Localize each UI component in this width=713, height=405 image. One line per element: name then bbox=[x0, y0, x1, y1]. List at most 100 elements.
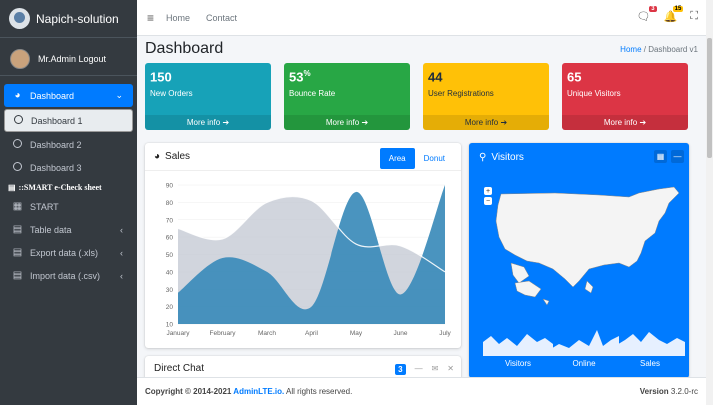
x-tick-label: January bbox=[166, 330, 190, 337]
circle-icon bbox=[13, 114, 24, 127]
y-tick-label: 60 bbox=[166, 235, 174, 242]
more-info-link[interactable]: More info ➔ bbox=[562, 115, 688, 130]
sidebar: Napich-solution Mr.Admin Logout ◕ Dashbo… bbox=[0, 0, 137, 405]
x-tick-label: March bbox=[258, 330, 276, 337]
brand-name: Napich-solution bbox=[36, 11, 119, 26]
nav-home-link[interactable]: Home bbox=[166, 13, 190, 23]
top-navbar: ≡ Home Contact 🗨 3 🔔 15 ⛶ bbox=[137, 0, 706, 36]
more-info-link[interactable]: More info ➔ bbox=[145, 115, 271, 130]
stat-box-orders: 150 New Orders More info ➔ bbox=[145, 63, 271, 130]
sidebar-item-export-data[interactable]: ▤ Export data (.xls) ‹ bbox=[4, 241, 133, 264]
stat-box-bounce: 53% Bounce Rate More info ➔ bbox=[284, 63, 410, 130]
map-marker-icon: ⚲ bbox=[479, 151, 487, 163]
online-label: Online bbox=[572, 359, 596, 368]
sales-card: ◕ Sales Area Donut 10 20 30 40 50 60 70 80 90 Jan… bbox=[145, 143, 461, 348]
x-tick-label: July bbox=[439, 330, 451, 337]
user-panel[interactable]: Mr.Admin Logout bbox=[0, 42, 137, 76]
usa-map bbox=[495, 186, 680, 306]
messages-badge: 3 bbox=[649, 6, 657, 12]
y-tick-label: 10 bbox=[166, 322, 174, 329]
close-icon[interactable]: ✕ bbox=[447, 364, 454, 375]
menu-icon[interactable]: ≡ bbox=[147, 11, 154, 25]
arrow-circle-right-icon: ➔ bbox=[500, 118, 508, 127]
sidebar-item-import-data[interactable]: ▤ Import data (.csv) ‹ bbox=[4, 264, 133, 287]
tab-donut[interactable]: Donut bbox=[415, 148, 454, 169]
breadcrumb: Home / Dashboard v1 bbox=[620, 44, 698, 54]
visitors-card: ⚲ Visitors ▦ — + − Visitors Online Sales bbox=[469, 143, 689, 378]
brand-logo bbox=[9, 8, 30, 29]
visitors-label: Visitors bbox=[504, 359, 532, 368]
bell-icon[interactable]: 🔔 15 bbox=[664, 6, 684, 23]
sidebar-item-dashboard-3[interactable]: Dashboard 3 bbox=[4, 156, 133, 179]
x-tick-label: June bbox=[393, 330, 407, 337]
sparkline-visitors bbox=[483, 334, 553, 356]
user-name[interactable]: Mr.Admin Logout bbox=[38, 54, 106, 64]
sales-title: Sales bbox=[165, 151, 191, 162]
y-tick-label: 20 bbox=[166, 304, 174, 311]
footer: Copyright © 2014-2021 AdminLTE.io. All r… bbox=[137, 377, 706, 405]
sidebar-nav: ◕ Dashboard ⌄ Dashboard 1 Dashboard 2 Da… bbox=[0, 84, 137, 287]
stat-box-registrations: 44 User Registrations More info ➔ bbox=[423, 63, 549, 130]
sidebar-item-table-data[interactable]: ▤ Table data ‹ bbox=[4, 218, 133, 241]
table-icon: ▤ bbox=[12, 270, 23, 281]
stat-boxes: 150 New Orders More info ➔ 53% Bounce Ra… bbox=[145, 63, 688, 130]
arrow-circle-right-icon: ➔ bbox=[361, 118, 369, 127]
grid-icon: ▦ bbox=[12, 201, 23, 212]
sparkline-sales bbox=[615, 332, 685, 356]
chevron-left-icon: ‹ bbox=[120, 224, 123, 235]
sales-label: Sales bbox=[639, 359, 660, 368]
calendar-icon[interactable]: ▦ bbox=[654, 150, 667, 163]
pie-chart-icon: ◕ bbox=[154, 151, 161, 162]
sales-chart: 10 20 30 40 50 60 70 80 90 January February March Ap… bbox=[166, 183, 452, 338]
avatar bbox=[10, 48, 30, 69]
sidebar-item-dashboard-1[interactable]: Dashboard 1 bbox=[4, 109, 133, 132]
nav-contact-link[interactable]: Contact bbox=[206, 13, 237, 23]
tab-area[interactable]: Area bbox=[379, 148, 415, 169]
stat-box-visitors: 65 Unique Visitors More info ➔ bbox=[562, 63, 688, 130]
x-tick-label: May bbox=[350, 330, 363, 337]
more-info-link[interactable]: More info ➔ bbox=[423, 115, 549, 130]
more-info-link[interactable]: More info ➔ bbox=[284, 115, 410, 130]
page-header: Dashboard Home / Dashboard v1 bbox=[137, 36, 706, 62]
comments-icon[interactable]: ✉ bbox=[432, 364, 439, 375]
y-tick-label: 70 bbox=[166, 217, 174, 224]
sidebar-item-dashboard[interactable]: ◕ Dashboard ⌄ bbox=[4, 84, 133, 107]
sidebar-header: ▤ ::SMART e-Check sheet bbox=[8, 182, 102, 192]
messages-icon[interactable]: 🗨 3 bbox=[637, 6, 657, 23]
y-tick-label: 50 bbox=[166, 252, 174, 259]
table-icon: ▤ bbox=[12, 224, 23, 235]
chat-title: Direct Chat bbox=[154, 362, 205, 374]
fullscreen-icon[interactable]: ⛶ bbox=[690, 10, 698, 23]
footer-link[interactable]: AdminLTE.io. bbox=[233, 387, 284, 396]
visitors-title: Visitors bbox=[491, 151, 524, 163]
content-wrapper: ≡ Home Contact 🗨 3 🔔 15 ⛶ Dashboard Home /… bbox=[137, 0, 706, 405]
minus-icon[interactable]: — bbox=[671, 150, 684, 163]
chevron-down-icon: ⌄ bbox=[115, 90, 123, 100]
brand-link[interactable]: Napich-solution bbox=[0, 0, 137, 38]
breadcrumb-current: Dashboard v1 bbox=[648, 44, 698, 54]
y-tick-label: 90 bbox=[166, 183, 174, 190]
tachometer-icon: ◕ bbox=[14, 90, 21, 101]
y-tick-label: 40 bbox=[166, 269, 174, 276]
circle-icon bbox=[12, 138, 23, 151]
x-tick-label: February bbox=[209, 330, 236, 337]
sidebar-item-start[interactable]: ▦ START bbox=[4, 195, 133, 218]
notifications-badge: 15 bbox=[672, 6, 684, 12]
x-tick-label: April bbox=[305, 330, 319, 337]
page-title: Dashboard bbox=[145, 40, 224, 57]
chevron-left-icon: ‹ bbox=[120, 247, 123, 258]
minus-icon[interactable]: — bbox=[415, 364, 423, 375]
y-tick-label: 80 bbox=[166, 200, 174, 207]
table-icon: ▤ bbox=[12, 247, 23, 258]
table-icon: ▤ bbox=[8, 182, 16, 192]
chat-badge: 3 bbox=[395, 364, 406, 375]
chevron-left-icon: ‹ bbox=[120, 270, 123, 281]
y-tick-label: 30 bbox=[166, 287, 174, 294]
breadcrumb-home[interactable]: Home bbox=[620, 45, 641, 54]
sparkline-online bbox=[549, 330, 619, 356]
circle-icon bbox=[12, 161, 23, 174]
scrollbar[interactable] bbox=[706, 0, 713, 405]
sidebar-item-dashboard-2[interactable]: Dashboard 2 bbox=[4, 133, 133, 156]
arrow-circle-right-icon: ➔ bbox=[222, 118, 230, 127]
arrow-circle-right-icon: ➔ bbox=[639, 118, 647, 127]
